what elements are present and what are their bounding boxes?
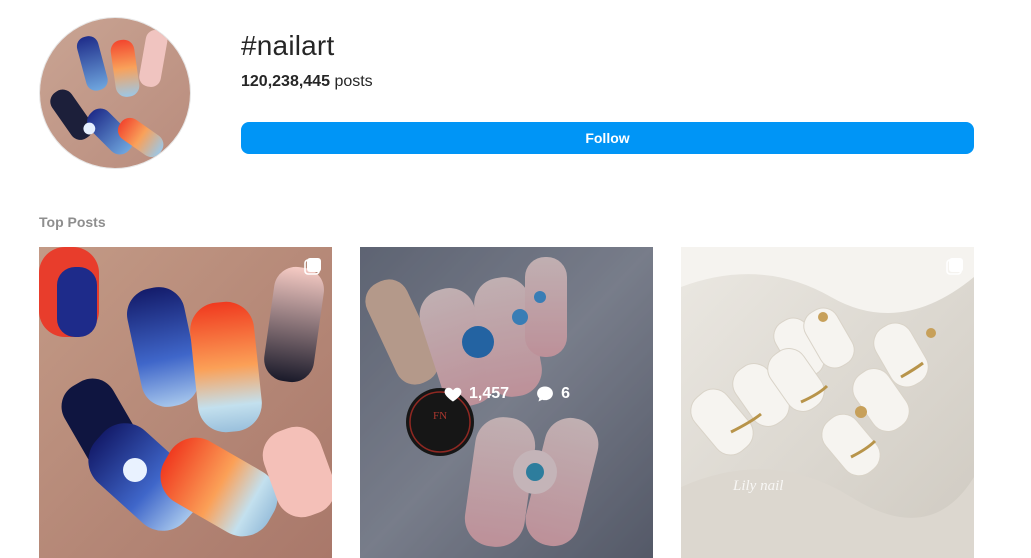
post-count-suffix: posts (334, 73, 373, 90)
post-image: Lily nail (681, 247, 974, 558)
like-count-value: 1,457 (469, 384, 510, 402)
post-thumbnail-3[interactable]: Lily nail (681, 247, 974, 558)
comment-count: 6 (535, 384, 570, 404)
heart-icon (444, 387, 462, 401)
hashtag-title: #nailart (241, 30, 335, 61)
hashtag-avatar (39, 17, 191, 169)
post-watermark: Lily nail (732, 478, 783, 494)
post-count: 120,238,445 posts (241, 73, 373, 91)
comment-icon (537, 386, 553, 401)
post-image (39, 247, 332, 558)
post-thumbnail-2[interactable]: FN 1,457 6 (360, 247, 653, 558)
multiple-photos-icon (946, 258, 963, 275)
post-thumbnail-1[interactable] (39, 247, 332, 558)
follow-button[interactable]: Follow (241, 122, 974, 154)
post-hover-overlay: 1,457 6 (360, 247, 653, 558)
comment-count-value: 6 (561, 384, 570, 402)
post-count-number: 120,238,445 (241, 73, 330, 90)
multiple-photos-icon (304, 258, 321, 275)
like-count: 1,457 (443, 384, 509, 404)
top-posts-label: Top Posts (39, 214, 106, 230)
